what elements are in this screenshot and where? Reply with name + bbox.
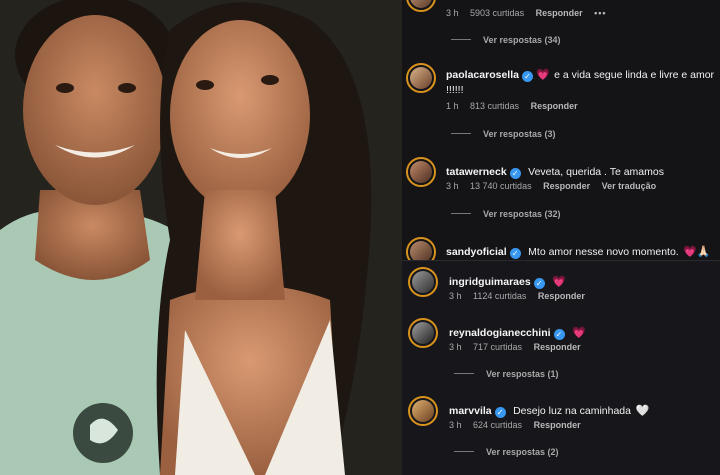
view-replies-label: Ver respostas (34) — [483, 35, 561, 45]
comment-body: reynaldogianecchini ✓ 💗 — [449, 323, 719, 341]
comment-item: marvvila ✓ Desejo luz na caminhada 🤍 3 h … — [402, 394, 720, 474]
comment-time: 3 h — [449, 342, 462, 352]
avatar[interactable] — [406, 63, 436, 93]
view-replies-label: Ver respostas (1) — [486, 369, 559, 379]
comment-username[interactable]: marvvila — [449, 405, 492, 417]
comment-meta: 3 h 717 curtidas Responder — [449, 342, 590, 352]
comment-time: 3 h — [446, 181, 459, 191]
heart-emoji: 💗🙏🏻 — [683, 246, 711, 258]
reply-button[interactable]: Responder — [534, 342, 581, 352]
comment-username[interactable]: paolacarosella — [446, 69, 519, 81]
reply-button[interactable]: Responder — [543, 181, 590, 191]
avatar[interactable] — [406, 0, 436, 12]
comment-meta: 3 h 13 740 curtidas Responder Ver traduç… — [446, 181, 665, 191]
verified-badge-icon: ✓ — [553, 329, 565, 340]
reply-button[interactable]: Responder — [534, 420, 581, 430]
comment-body: paolacarosella ✓ 💗 e a vida segue linda e … — [446, 67, 718, 97]
comment-body: ingridguimaraes ✓ 💗 — [449, 272, 719, 290]
verified-badge-icon: ✓ — [509, 248, 521, 259]
comment-meta: 3 h 5903 curtidas Responder ••• — [446, 8, 616, 18]
comment-text: Mto amor nesse novo momento. — [528, 246, 679, 258]
comment-likes: 717 curtidas — [473, 342, 523, 352]
comment-item: paolacarosella ✓ 💗 e a vida segue linda e … — [402, 60, 720, 140]
comment-meta: 3 h 1124 curtidas Responder — [449, 291, 594, 301]
comment-item: sandyoficial ✓ Mto amor nesse novo moment… — [402, 235, 720, 262]
post-photo — [0, 0, 402, 475]
comment-likes: 13 740 curtidas — [470, 181, 532, 191]
white-heart-emoji: 🤍 — [635, 405, 650, 417]
comment-text: e a vida segue linda e livre e amor — [554, 69, 715, 81]
comments-panel-bottom: ingridguimaraes ✓ 💗 3 h 1124 curtidas Res… — [402, 260, 720, 475]
comment-time: 3 h — [449, 420, 462, 430]
translate-button[interactable]: Ver tradução — [602, 181, 657, 191]
comment-time: 3 h — [446, 8, 459, 18]
reply-button[interactable]: Responder — [536, 8, 583, 18]
comment-body: sandyoficial ✓ Mto amor nesse novo moment… — [446, 242, 718, 260]
view-replies-button[interactable]: Ver respostas (34) — [451, 35, 561, 45]
view-replies-label: Ver respostas (32) — [483, 209, 561, 219]
comment-text: Desejo luz na caminhada — [513, 405, 631, 417]
comment-item: tatawerneck ✓ Veveta, querida . Te amamos… — [402, 155, 720, 225]
view-replies-button[interactable]: Ver respostas (1) — [454, 369, 559, 379]
verified-badge-icon: ✓ — [521, 71, 533, 82]
verified-badge-icon: ✓ — [533, 278, 545, 289]
comment-item: 3 h 5903 curtidas Responder ••• Ver resp… — [402, 0, 720, 55]
avatar[interactable] — [408, 318, 438, 348]
view-replies-label: Ver respostas (3) — [483, 129, 556, 139]
couple-photo-illustration — [0, 0, 402, 475]
comment-likes: 813 curtidas — [470, 101, 520, 111]
heart-emoji: 💗 — [535, 69, 550, 81]
avatar[interactable] — [406, 157, 436, 187]
view-replies-button[interactable]: Ver respostas (32) — [451, 209, 561, 219]
comment-username[interactable]: sandyoficial — [446, 246, 507, 258]
comment-meta: 1 h 813 curtidas Responder — [446, 101, 587, 111]
comment-text-continued: !!!!!! — [446, 84, 464, 96]
comment-item: ingridguimaraes ✓ 💗 3 h 1124 curtidas Res… — [402, 265, 720, 313]
comment-text: Veveta, querida . Te amamos — [528, 166, 664, 178]
comment-username[interactable]: reynaldogianecchini — [449, 327, 551, 339]
avatar[interactable] — [408, 267, 438, 297]
verified-badge-icon: ✓ — [509, 168, 521, 179]
comment-likes: 5903 curtidas — [470, 8, 525, 18]
reply-button[interactable]: Responder — [531, 101, 578, 111]
avatar[interactable] — [406, 237, 436, 262]
comments-panel-top: 3 h 5903 curtidas Responder ••• Ver resp… — [402, 0, 720, 262]
comment-likes: 624 curtidas — [473, 420, 523, 430]
comment-username[interactable]: tatawerneck — [446, 166, 507, 178]
comment-item: reynaldogianecchini ✓ 💗 3 h 717 curtidas … — [402, 316, 720, 388]
comment-meta: 3 h 624 curtidas Responder — [449, 420, 590, 430]
more-options-icon[interactable]: ••• — [594, 8, 606, 18]
view-replies-label: Ver respostas (2) — [486, 447, 559, 457]
verified-badge-icon: ✓ — [494, 407, 506, 418]
comment-likes: 1124 curtidas — [473, 291, 527, 301]
comment-body: tatawerneck ✓ Veveta, querida . Te amamos — [446, 162, 718, 180]
heart-emoji: 💗 — [571, 327, 586, 339]
avatar[interactable] — [408, 396, 438, 426]
view-replies-button[interactable]: Ver respostas (2) — [454, 447, 559, 457]
heart-emoji: 💗 — [552, 276, 566, 288]
reply-button[interactable]: Responder — [538, 291, 585, 301]
view-replies-button[interactable]: Ver respostas (3) — [451, 129, 556, 139]
comment-body: marvvila ✓ Desejo luz na caminhada 🤍 — [449, 401, 719, 419]
comment-time: 1 h — [446, 101, 459, 111]
comment-username[interactable]: ingridguimaraes — [449, 276, 531, 288]
comment-time: 3 h — [449, 291, 462, 301]
